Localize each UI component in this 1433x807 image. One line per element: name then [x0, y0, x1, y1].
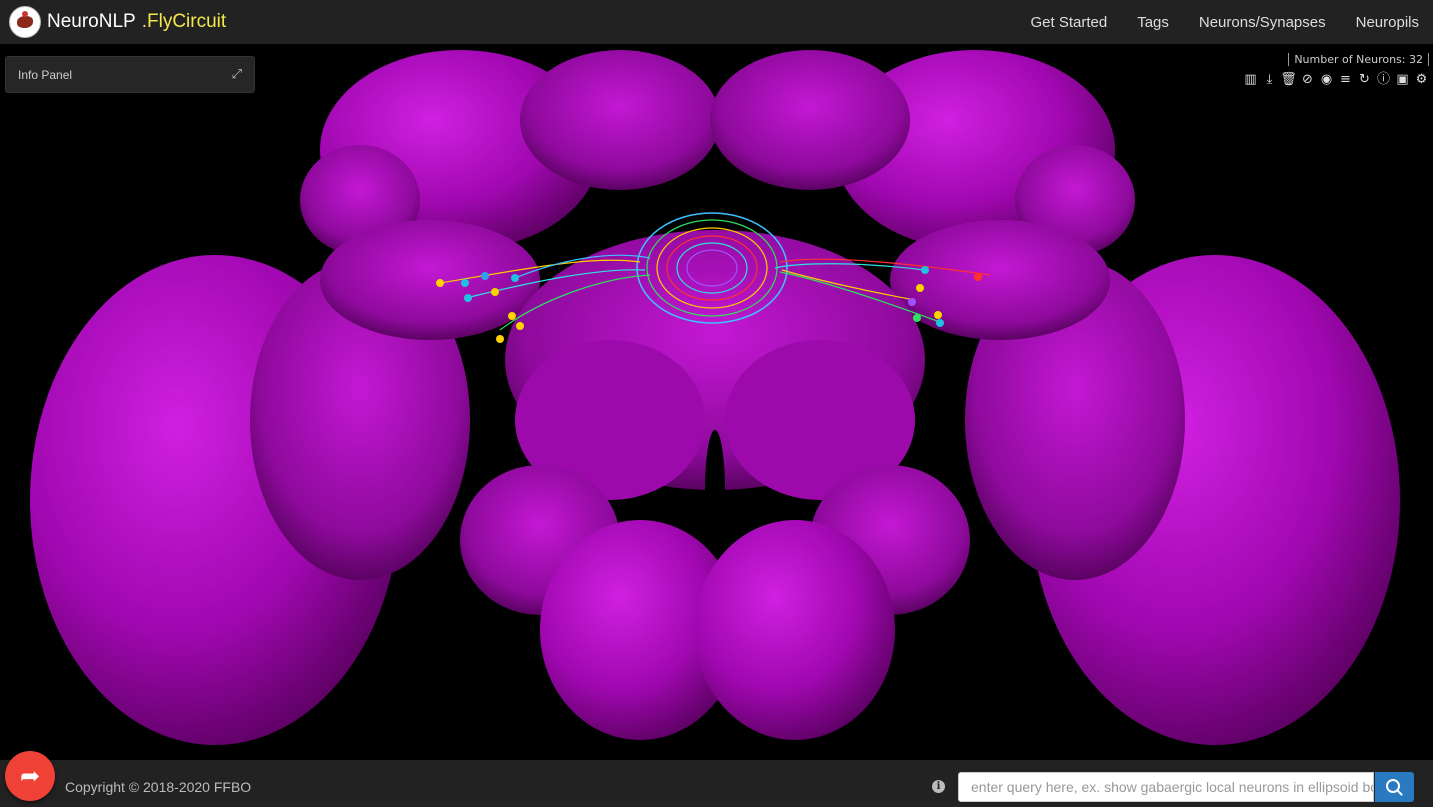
nav-neuropils[interactable]: Neuropils [1356, 14, 1419, 31]
gear-icon[interactable]: ⚙ [1412, 72, 1431, 88]
eye-icon[interactable]: ◉ [1317, 72, 1336, 88]
list-icon[interactable]: ≡ [1336, 72, 1355, 88]
search-icon [1386, 778, 1400, 793]
viewer-toolbar: ▥ ⤓ 🗑 ⊘ ◉ ≡ ↻ ⓘ ▣ ⚙ [1241, 72, 1431, 88]
bar-chart-icon[interactable]: ▥ [1241, 72, 1260, 88]
neuron-count: Number of Neurons: 32 [1288, 53, 1429, 66]
camera-icon[interactable]: ▣ [1393, 72, 1412, 88]
nav-neurons-synapses[interactable]: Neurons/Synapses [1199, 14, 1326, 31]
copyright-text: Copyright © 2018-2020 FFBO [65, 779, 252, 795]
brain-render[interactable] [0, 44, 1433, 760]
query-input[interactable] [958, 772, 1374, 802]
query-info-icon[interactable]: i [932, 780, 945, 793]
neuropil-meshes [30, 50, 1400, 745]
refresh-icon[interactable]: ↻ [1355, 72, 1374, 88]
nav-tags[interactable]: Tags [1137, 14, 1169, 31]
search-button[interactable] [1375, 772, 1414, 802]
brand-subtitle: .FlyCircuit [141, 11, 227, 32]
expand-icon[interactable]: ⤢ [232, 66, 242, 82]
info-icon[interactable]: ⓘ [1374, 72, 1393, 88]
share-arrow-icon[interactable]: ➦ [5, 751, 55, 801]
3d-brain-viewer[interactable] [0, 44, 1433, 760]
download-icon[interactable]: ⤓ [1260, 72, 1279, 88]
brand[interactable]: NeuroNLP .FlyCircuit [9, 6, 226, 38]
info-panel[interactable]: Info Panel ⤢ [5, 56, 255, 93]
nav-links: Get Started Tags Neurons/Synapses Neurop… [1000, 0, 1419, 44]
ffbo-logo [9, 6, 41, 38]
trash-icon[interactable]: 🗑 [1279, 72, 1298, 88]
top-navbar: NeuroNLP .FlyCircuit Get Started Tags Ne… [0, 0, 1433, 44]
nav-get-started[interactable]: Get Started [1030, 14, 1107, 31]
brand-name: NeuroNLP [47, 11, 136, 32]
info-panel-label: Info Panel [18, 68, 73, 82]
eye-slash-icon[interactable]: ⊘ [1298, 72, 1317, 88]
